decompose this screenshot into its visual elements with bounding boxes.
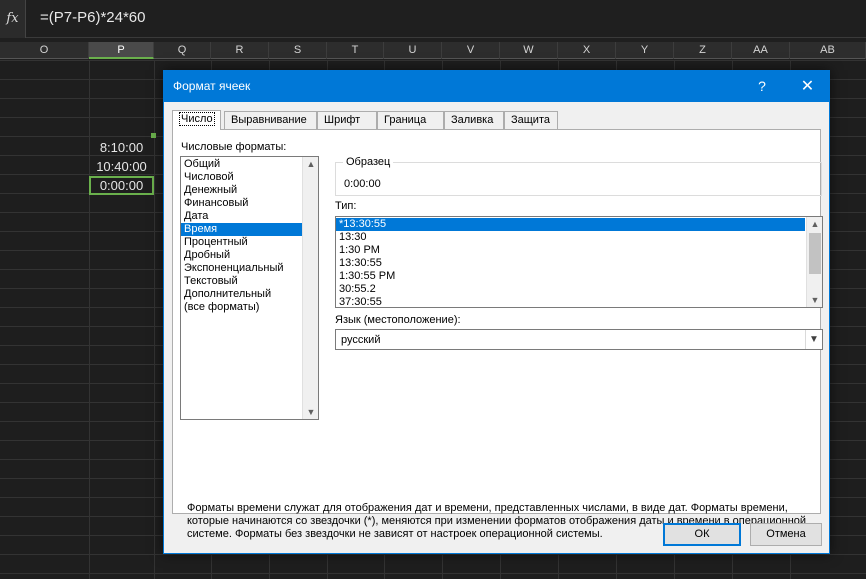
column-header-ab[interactable]: AB xyxy=(790,42,866,59)
formula-input[interactable]: =(P7-P6)*24*60 xyxy=(40,9,145,26)
cell-p8-active[interactable]: 0:00:00 xyxy=(89,176,154,195)
column-headers: O P Q R S T U V W X Y Z AA AB xyxy=(0,42,866,59)
type-label: Тип: xyxy=(335,200,357,212)
type-item[interactable]: 37:30:55 xyxy=(336,296,822,307)
dialog-title-bar[interactable]: Формат ячеек ? ✕ xyxy=(164,71,829,102)
type-item[interactable]: 13:30:55 xyxy=(336,257,822,270)
close-button[interactable]: ✕ xyxy=(786,71,829,102)
sample-value: 0:00:00 xyxy=(344,178,381,190)
formula-bar: fx =(P7-P6)*24*60 xyxy=(0,0,866,38)
cancel-button[interactable]: Отмена xyxy=(750,523,822,546)
column-header-x[interactable]: X xyxy=(558,42,616,59)
ok-button[interactable]: ОК xyxy=(663,523,741,546)
category-item-selected[interactable]: Время xyxy=(181,223,302,236)
chevron-up-icon[interactable]: ▲ xyxy=(807,217,822,231)
cell-p6[interactable]: 8:10:00 xyxy=(89,138,154,157)
column-header-q[interactable]: Q xyxy=(154,42,211,59)
category-item[interactable]: Экспоненциальный xyxy=(181,262,318,275)
column-header-o[interactable]: O xyxy=(0,42,89,59)
category-item[interactable]: Дополнительный xyxy=(181,288,318,301)
dialog-title: Формат ячеек xyxy=(173,79,251,93)
tab-alignment[interactable]: Выравнивание xyxy=(224,111,317,130)
category-item[interactable]: (все форматы) xyxy=(181,301,318,314)
locale-select[interactable]: русский ▼ xyxy=(335,329,823,350)
column-header-s[interactable]: S xyxy=(269,42,327,59)
fill-handle[interactable] xyxy=(151,133,156,138)
sample-groupbox xyxy=(335,162,822,196)
tab-protection[interactable]: Защита xyxy=(504,111,558,130)
scroll-thumb[interactable] xyxy=(809,233,821,274)
format-cells-dialog: Формат ячеек ? ✕ Число Выравнивание Шриф… xyxy=(163,70,830,554)
formats-label: Числовые форматы: xyxy=(181,141,287,153)
type-item[interactable]: 1:30:55 PM xyxy=(336,270,822,283)
tab-number[interactable]: Число xyxy=(172,110,221,130)
chevron-down-icon[interactable]: ▼ xyxy=(805,330,822,349)
type-item[interactable]: 1:30 PM xyxy=(336,244,822,257)
number-tab-panel: Числовые форматы: Общий Числовой Денежны… xyxy=(172,129,823,540)
function-icon[interactable]: fx xyxy=(0,0,26,38)
category-item[interactable]: Дата xyxy=(181,210,318,223)
chevron-up-icon[interactable]: ▲ xyxy=(303,157,318,171)
column-header-z[interactable]: Z xyxy=(674,42,732,59)
category-item[interactable]: Финансовый xyxy=(181,197,318,210)
tab-number-label: Число xyxy=(179,112,215,126)
category-item[interactable]: Дробный xyxy=(181,249,318,262)
category-item[interactable]: Денежный xyxy=(181,184,318,197)
column-header-t[interactable]: T xyxy=(327,42,384,59)
tab-border[interactable]: Граница xyxy=(377,111,444,130)
category-list[interactable]: Общий Числовой Денежный Финансовый Дата … xyxy=(180,156,319,420)
category-scrollbar[interactable]: ▲ ▼ xyxy=(302,157,318,419)
column-header-u[interactable]: U xyxy=(384,42,442,59)
column-header-w[interactable]: W xyxy=(500,42,558,59)
locale-label: Язык (местоположение): xyxy=(335,314,461,326)
sample-label: Образец xyxy=(343,156,394,168)
column-header-r[interactable]: R xyxy=(211,42,269,59)
type-list[interactable]: *13:30:55 13:30 1:30 PM 13:30:55 1:30:55… xyxy=(335,216,823,308)
category-item[interactable]: Текстовый xyxy=(181,275,318,288)
chevron-down-icon[interactable]: ▼ xyxy=(807,293,822,307)
help-button[interactable]: ? xyxy=(744,71,780,102)
chevron-down-icon[interactable]: ▼ xyxy=(303,405,318,419)
type-scrollbar[interactable]: ▲ ▼ xyxy=(806,217,822,307)
type-item[interactable]: 13:30 xyxy=(336,231,822,244)
column-header-p[interactable]: P xyxy=(89,42,154,59)
category-item[interactable]: Общий xyxy=(181,158,318,171)
column-header-aa[interactable]: AA xyxy=(732,42,790,59)
type-item-selected[interactable]: *13:30:55 xyxy=(336,218,805,231)
tab-fill[interactable]: Заливка xyxy=(444,111,504,130)
column-header-v[interactable]: V xyxy=(442,42,500,59)
category-item[interactable]: Числовой xyxy=(181,171,318,184)
cell-p7[interactable]: 10:40:00 xyxy=(89,157,154,176)
locale-value: русский xyxy=(341,334,381,346)
category-item[interactable]: Процентный xyxy=(181,236,318,249)
column-header-y[interactable]: Y xyxy=(616,42,674,59)
type-item[interactable]: 30:55.2 xyxy=(336,283,822,296)
tab-font[interactable]: Шрифт xyxy=(317,111,377,130)
